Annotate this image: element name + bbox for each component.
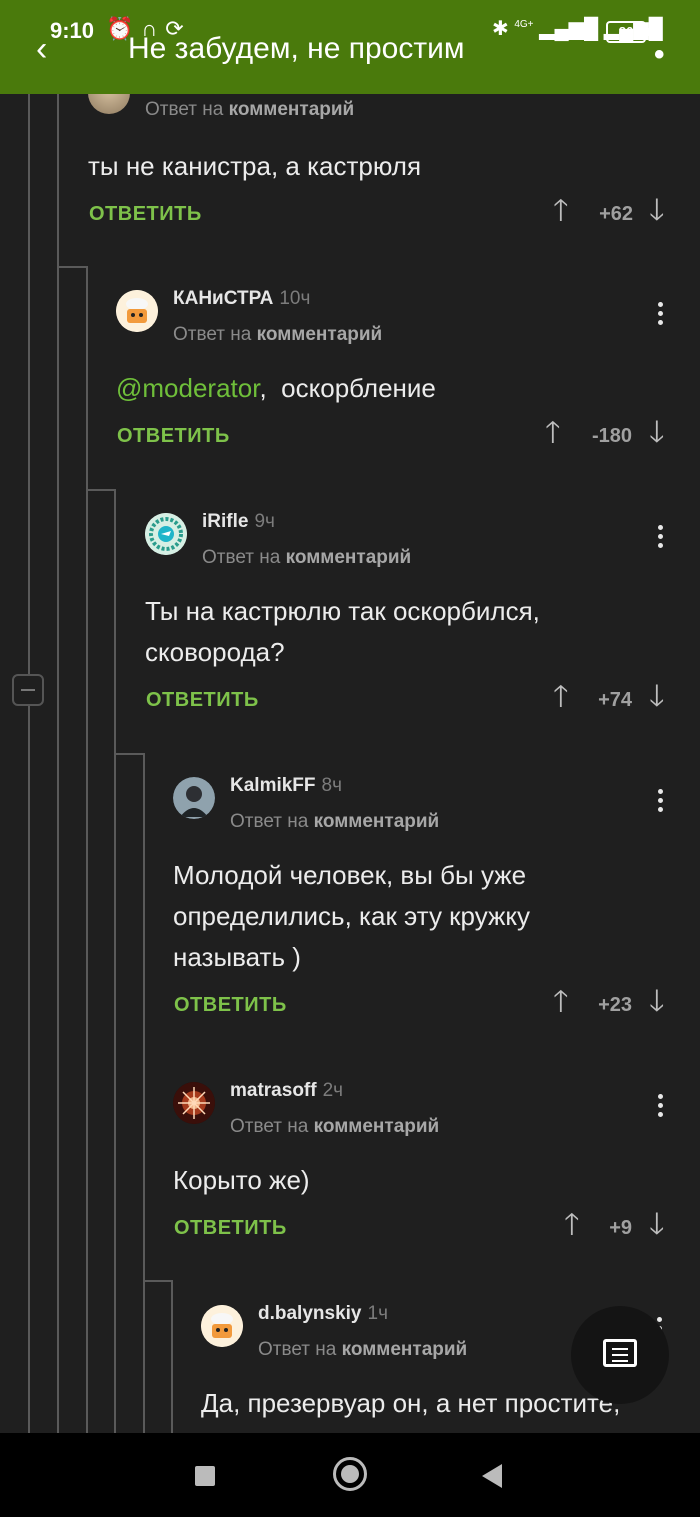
reply-to-link[interactable]: комментарий [229,99,355,120]
upvote-arrow-icon[interactable]: 🡑 [553,987,569,1017]
reply-to-label: Ответ на комментарий [202,547,412,568]
comment: matrasoff 2ч Ответ на комментарий Корыто … [173,1080,685,1257]
back-icon[interactable] [482,1464,502,1488]
avatar-image [116,290,158,332]
avatar-image [145,513,187,555]
reply-button[interactable]: ОТВЕТИТЬ [117,425,230,448]
comment-text: Корыто же) [173,1165,310,1195]
network-label: 4G+ [514,19,534,30]
thread-line [57,94,59,1433]
comment-age: 10ч [279,288,311,309]
back-arrow-icon[interactable]: ‹ [36,30,47,69]
thread-line [28,94,30,674]
downvote-arrow-icon[interactable]: 🡓 [649,418,665,448]
thread-line [171,1282,173,1433]
avatar[interactable] [145,513,187,555]
comment-age: 2ч [322,1080,344,1101]
comment-rating: -180 [591,425,632,447]
upvote-arrow-icon[interactable]: 🡑 [564,1210,580,1240]
comment-age: 9ч [254,511,275,532]
reply-to-label: Ответ на комментарий [230,1116,440,1137]
status-time: 9:10 [50,18,95,43]
user-mention-link[interactable]: @moderator [116,373,259,403]
battery-icon: 86 [606,21,650,43]
avatar[interactable] [201,1305,243,1347]
avatar-image [173,1082,215,1124]
comment-age: 8ч [321,775,342,796]
comment-text: ты не канистра, а кастрюля [88,151,422,181]
reply-to-label: Ответ на комментарий [173,324,383,345]
reply-to-link[interactable]: комментарий [286,547,412,568]
comment-rating: +9 [609,1217,632,1239]
comment-rating: +23 [598,994,632,1016]
reply-to-link[interactable]: комментарий [314,1116,440,1137]
reply-to-link[interactable]: комментарий [257,324,383,345]
downvote-arrow-icon[interactable]: 🡓 [649,1210,665,1240]
comment-text: Да, презервуар он, а нет простите, [201,1388,621,1418]
avatar-image [201,1305,243,1347]
more-options-icon[interactable] [658,298,663,329]
thread-line [143,1280,173,1282]
author-name[interactable]: matrasoff 2ч [230,1080,343,1102]
write-comment-button[interactable] [571,1306,669,1404]
comment: iRifle 9ч Ответ на комментарий Ты на каст… [145,511,685,733]
downvote-arrow-icon[interactable]: 🡓 [649,196,665,226]
upvote-arrow-icon[interactable]: 🡑 [545,418,561,448]
avatar[interactable] [173,1082,215,1124]
downvote-arrow-icon[interactable]: 🡓 [649,682,665,712]
more-options-icon[interactable]: • [654,38,665,72]
app-bar: 9:10 ⏰∩⟳ ✱ 4G+ ▂▄▆█ ▂▄▆█ 86 ‹ Не забудем… [0,0,700,94]
upvote-arrow-icon[interactable]: 🡑 [553,682,569,712]
reply-button[interactable]: ОТВЕТИТЬ [174,1217,287,1240]
thread-line [114,753,145,755]
thread-line [143,755,145,1433]
thread-line [57,266,88,268]
comment-text: Молодой человек, вы бы уже определились,… [173,860,531,972]
more-options-icon[interactable] [658,1090,663,1121]
thread-line [86,489,116,491]
author-name[interactable]: KalmikFF 8ч [230,775,342,797]
comment: Ответ на комментарий ты не канистра, а к… [88,72,688,242]
comment-text: Ты на кастрюлю так оскорбился, сковорода… [145,596,540,667]
page-title: Не забудем, не простим [128,32,465,65]
thread-line [86,268,88,1433]
avatar[interactable] [116,290,158,332]
comment: KalmikFF 8ч Ответ на комментарий Молодой … [173,775,685,1037]
upvote-arrow-icon[interactable]: 🡑 [553,196,569,226]
reply-button[interactable]: ОТВЕТИТЬ [146,689,259,712]
author-name[interactable]: d.balynskiy 1ч [258,1305,388,1325]
more-options-icon[interactable] [658,521,663,552]
reply-button[interactable]: ОТВЕТИТЬ [174,994,287,1017]
reply-to-link[interactable]: комментарий [342,1339,468,1360]
recent-apps-icon[interactable] [195,1466,215,1486]
system-navigation-bar [0,1433,700,1517]
collapse-thread-button[interactable] [12,674,44,706]
comment-rating: +74 [598,689,632,711]
reply-to-label: Ответ на комментарий [230,811,440,832]
comment: КАНиСТРА 10ч Ответ на комментарий @modera… [116,288,686,460]
thread-line [114,491,116,1433]
thread-line [28,706,30,1433]
comment-age: 1ч [367,1305,388,1324]
reply-to-link[interactable]: комментарий [314,811,440,832]
comment-icon [603,1339,637,1367]
avatar[interactable] [173,777,215,819]
author-name[interactable]: iRifle 9ч [202,511,275,533]
reply-button[interactable]: ОТВЕТИТЬ [89,203,202,226]
comment-text: @moderator, оскорбление [116,373,436,403]
reply-to-label: Ответ на комментарий [145,99,355,120]
reply-to-label: Ответ на комментарий [258,1339,468,1360]
avatar-image [173,777,215,819]
more-options-icon[interactable] [658,785,663,816]
bluetooth-icon: ✱ [492,18,509,40]
home-icon[interactable] [333,1457,367,1491]
downvote-arrow-icon[interactable]: 🡓 [649,987,665,1017]
comment-rating: +62 [599,203,633,225]
author-name[interactable]: КАНиСТРА 10ч [173,288,310,310]
